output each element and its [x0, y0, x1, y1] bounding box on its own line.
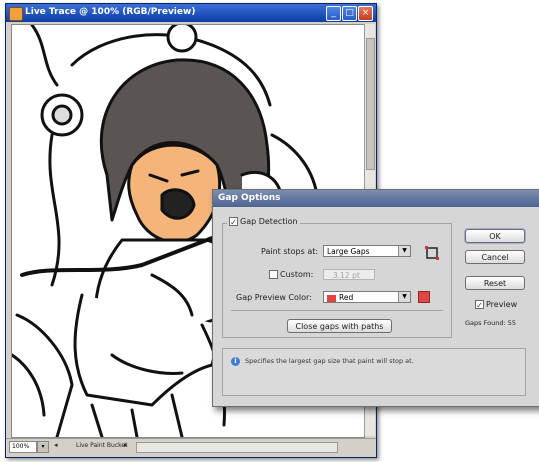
first-artboard-icon[interactable]: ◂ [54, 441, 58, 449]
close-gaps-with-paths-button[interactable]: Close gaps with paths [287, 319, 392, 333]
tooltip-info-area: i Specifies the largest gap size that pa… [222, 348, 526, 396]
document-statusbar: 100% ▾ ◂ Live Paint Bucket ▸ [6, 438, 376, 455]
gap-detection-checkbox[interactable]: ✓ Gap Detection [227, 217, 300, 227]
zoom-field[interactable]: 100% [9, 441, 37, 453]
custom-label: Custom: [280, 270, 314, 279]
preview-label: Preview [486, 300, 518, 309]
minimize-button[interactable]: _ [326, 6, 341, 21]
gaps-found-count: Gaps Found: 55 [465, 319, 516, 327]
ok-button[interactable]: OK [465, 229, 525, 243]
horizontal-scrollbar[interactable] [136, 442, 338, 453]
color-swatch-icon [327, 294, 336, 302]
info-icon: i [231, 357, 240, 366]
group-divider [231, 310, 443, 311]
vertical-scroll-thumb[interactable] [366, 38, 375, 170]
custom-checkbox[interactable]: Custom: [269, 270, 313, 279]
illustrator-app-icon [9, 7, 23, 21]
custom-gap-field[interactable]: 3.12 pt [323, 269, 375, 280]
preview-check[interactable]: ✓ [475, 300, 484, 310]
reset-button[interactable]: Reset [465, 276, 525, 290]
paint-stops-value: Large Gaps [327, 247, 370, 256]
gap-preview-color-label: Gap Preview Color: [236, 293, 312, 302]
document-titlebar[interactable]: Live Trace @ 100% (RGB/Preview) _ □ × [6, 4, 376, 22]
paint-stops-label: Paint stops at: [261, 247, 319, 256]
paint-stops-select[interactable]: Large Gaps ▼ [323, 245, 411, 257]
dialog-title[interactable]: Gap Options [213, 190, 539, 207]
info-text: Specifies the largest gap size that pain… [245, 357, 414, 365]
preview-checkbox[interactable]: ✓ Preview [475, 300, 518, 310]
status-tool-name[interactable]: Live Paint Bucket [76, 442, 127, 449]
maximize-button[interactable]: □ [342, 6, 357, 21]
document-title: Live Trace @ 100% (RGB/Preview) [25, 7, 196, 17]
gap-detection-check[interactable]: ✓ [229, 217, 238, 227]
custom-check[interactable] [269, 270, 278, 279]
chevron-down-icon: ▼ [398, 292, 410, 302]
gap-options-dialog: Gap Options ✓ Gap Detection Paint stops … [212, 189, 539, 407]
gap-preview-color-select[interactable]: Red ▼ [323, 291, 411, 303]
zoom-dropdown-icon[interactable]: ▾ [37, 441, 49, 453]
close-window-button[interactable]: × [358, 6, 373, 21]
cancel-button[interactable]: Cancel [465, 250, 525, 264]
custom-color-swatch[interactable] [418, 291, 430, 303]
gap-detection-label: Gap Detection [240, 217, 298, 226]
gap-size-preview-icon [425, 246, 439, 260]
chevron-down-icon: ▼ [398, 246, 410, 256]
next-artboard-icon[interactable]: ▸ [124, 441, 128, 449]
gap-preview-color-value: Red [339, 293, 354, 302]
